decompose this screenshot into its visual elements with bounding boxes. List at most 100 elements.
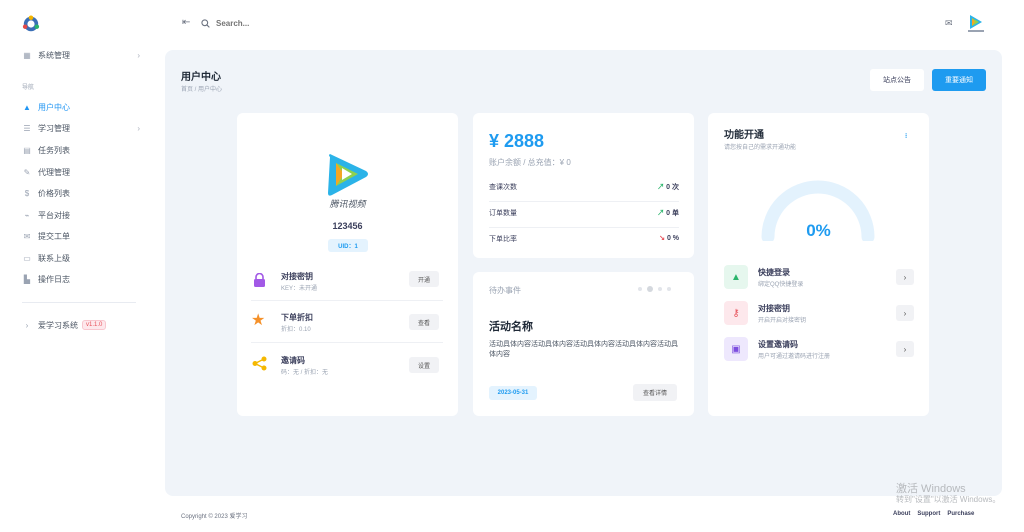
footer-links: About Support Purchase xyxy=(893,511,974,517)
app-name: 爱学习系统 xyxy=(38,320,78,330)
main-panel: 用户中心 首页 / 用户中心 站点公告 重要通知 腾讯视频 123456 UID… xyxy=(165,50,1002,496)
chevron-right-icon: › xyxy=(137,123,140,133)
mail-icon[interactable]: ✉ xyxy=(945,18,953,29)
row-sub: 码：无 / 折扣：无 xyxy=(281,370,329,376)
stat-value: ↗ 0 单 xyxy=(657,210,679,217)
sidebar-item-agents[interactable]: ✎ 代理管理 xyxy=(22,164,140,180)
profile-row-invite: 邀请码 码：无 / 折扣：无 设置 xyxy=(251,349,443,385)
sidebar-item-logs[interactable]: ▙ 操作日志 xyxy=(22,271,140,287)
copyright: Copyright © 2023 爱学习 xyxy=(181,514,248,520)
topbar: ⇤ ✉ xyxy=(150,0,1024,48)
sidebar-item-prices[interactable]: $ 价格列表 xyxy=(22,185,140,201)
sidebar-item-platform[interactable]: ⌁ 平台对接 xyxy=(22,207,140,223)
chevron-right-icon: › xyxy=(25,320,29,330)
feature-title: 快捷登录 xyxy=(758,268,790,277)
row-sub: 折扣：0.10 xyxy=(281,327,311,333)
row-title: 邀请码 xyxy=(281,356,305,365)
sidebar-item-label: 价格列表 xyxy=(38,188,70,198)
feature-api-key: ⚷ 对接密钥 开启开启对接密钥 › xyxy=(724,301,914,325)
activity-body: 活动具体内容活动具体内容活动具体内容活动具体内容活动具体内容 xyxy=(489,341,678,358)
important-notice-button[interactable]: 重要通知 xyxy=(932,69,986,91)
stat-label: 下单比率 xyxy=(489,236,517,243)
lock-icon xyxy=(254,273,265,287)
carousel-dot-active[interactable] xyxy=(647,286,653,292)
carousel-dot[interactable] xyxy=(667,287,671,291)
carousel-dot[interactable] xyxy=(638,287,642,291)
progress-percent: 0% xyxy=(806,221,831,240)
avatar[interactable] xyxy=(968,14,984,32)
sidebar-item-system[interactable]: ▦ 系统管理 › xyxy=(22,47,140,63)
row-sub: KEY：未开通 xyxy=(281,286,318,292)
sidebar-item-label: 任务列表 xyxy=(38,145,70,155)
star-icon: ★ xyxy=(251,312,266,329)
stat-label: 查课次数 xyxy=(489,184,517,191)
view-details-button[interactable]: 查看详情 xyxy=(633,384,677,401)
features-subtitle: 请您按自己的需求开通功能 xyxy=(724,145,797,151)
sidebar-item-user-center[interactable]: ▲ 用户中心 xyxy=(22,99,140,115)
balance-card: ¥ 2888 账户余额 / 总充值：¥ 0 查课次数 ↗ 0 次 订单数量 ↗ … xyxy=(473,113,694,258)
footer-link-about[interactable]: About xyxy=(893,511,910,517)
link-icon: ⌁ xyxy=(24,210,30,220)
grid-icon: ▦ xyxy=(23,50,31,60)
uid-badge: UID：1 xyxy=(328,239,368,252)
sidebar-app-info[interactable]: › 爱学习系统 v1.1.0 xyxy=(22,317,140,333)
more-options-icon[interactable]: ⁝ xyxy=(905,132,907,140)
sidebar-item-label: 系统管理 xyxy=(38,50,70,60)
feature-invite-code: ▣ 设置邀请码 用户可通过邀请码进行注册 › xyxy=(724,337,914,361)
search-icon xyxy=(201,19,210,28)
tree-icon: ▲ xyxy=(724,265,748,289)
todo-heading: 待办事件 xyxy=(489,286,521,295)
dollar-icon: $ xyxy=(24,188,30,198)
balance-amount: ¥ 2888 xyxy=(489,131,545,151)
carousel-dot[interactable] xyxy=(658,287,662,291)
feature-sub: 开启开启对接密钥 xyxy=(758,318,807,324)
feature-sub: 绑定QQ快捷登录 xyxy=(758,282,804,288)
stat-row-lookups: 查课次数 ↗ 0 次 xyxy=(489,182,679,194)
sidebar-item-label: 平台对接 xyxy=(38,210,70,220)
collapse-sidebar-icon[interactable]: ⇤ xyxy=(182,17,190,28)
sidebar-item-label: 学习管理 xyxy=(38,123,70,133)
features-card: 功能开通 请您按自己的需求开通功能 ⁝ 0% ▲ 快捷登录 绑定QQ快捷登录 ›… xyxy=(708,113,929,416)
search-input[interactable] xyxy=(216,15,416,31)
sidebar-item-label: 操作日志 xyxy=(38,274,70,284)
footer-link-purchase[interactable]: Purchase xyxy=(947,511,974,517)
nav-heading: 导航 xyxy=(22,85,35,91)
profile-row-api-key: 对接密钥 KEY：未开通 开通 xyxy=(251,265,443,301)
chevron-right-icon: › xyxy=(137,50,140,60)
carousel-dots[interactable] xyxy=(638,286,671,292)
sidebar-item-tasks[interactable]: ▤ 任务列表 xyxy=(22,142,140,158)
view-discount-button[interactable]: 查看 xyxy=(409,314,439,330)
arrow-right-icon[interactable]: › xyxy=(896,341,914,357)
sidebar-item-study[interactable]: ☰ 学习管理 › xyxy=(22,120,140,136)
app-logo-icon[interactable] xyxy=(22,15,40,33)
features-title: 功能开通 xyxy=(724,130,764,141)
divider xyxy=(489,201,679,202)
edit-icon: ✎ xyxy=(23,167,31,177)
set-invite-button[interactable]: 设置 xyxy=(409,357,439,373)
watermark-subtitle: 转到"设置"以激活 Windows。 xyxy=(896,495,1001,504)
site-notice-button[interactable]: 站点公告 xyxy=(870,69,924,91)
sidebar-item-label: 代理管理 xyxy=(38,167,70,177)
todo-card: 待办事件 活动名称 活动具体内容活动具体内容活动具体内容活动具体内容活动具体内容… xyxy=(473,272,694,416)
sidebar-item-label: 用户中心 xyxy=(38,102,70,112)
activity-title: 活动名称 xyxy=(489,321,533,333)
stat-row-orders: 订单数量 ↗ 0 单 xyxy=(489,208,679,220)
stat-label: 订单数量 xyxy=(489,210,517,217)
share-icon xyxy=(252,356,267,371)
sidebar-item-contact[interactable]: ▭ 联系上级 xyxy=(22,250,140,266)
gift-icon: ▣ xyxy=(724,337,748,361)
key-icon: ⚷ xyxy=(724,301,748,325)
sidebar-item-ticket[interactable]: ✉ 提交工单 xyxy=(22,228,140,244)
enable-api-key-button[interactable]: 开通 xyxy=(409,271,439,287)
divider xyxy=(489,227,679,228)
row-title: 下单折扣 xyxy=(281,313,313,322)
user-icon: ▲ xyxy=(23,102,31,112)
arrow-right-icon[interactable]: › xyxy=(896,269,914,285)
arrow-right-icon[interactable]: › xyxy=(896,305,914,321)
feature-title: 对接密钥 xyxy=(758,304,790,313)
user-id: 123456 xyxy=(332,221,363,231)
breadcrumb: 首页 / 用户中心 xyxy=(181,87,223,93)
trend-down-icon: ↘ xyxy=(659,235,667,242)
footer-link-support[interactable]: Support xyxy=(917,511,940,517)
stat-row-ratio: 下单比率 ↘ 0 % xyxy=(489,234,679,246)
